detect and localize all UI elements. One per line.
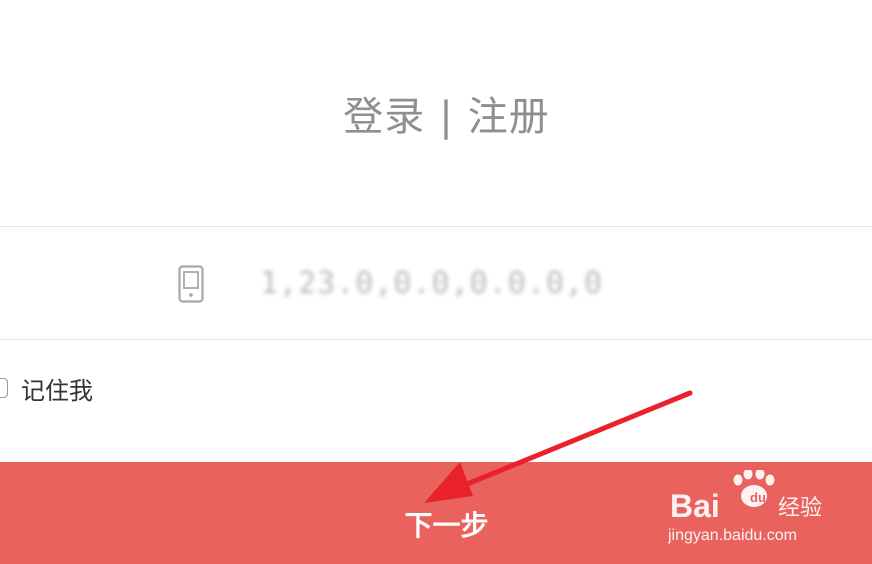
svg-text:jingyan.baidu.com: jingyan.baidu.com — [668, 527, 797, 544]
svg-text:Bai: Bai — [670, 488, 720, 524]
remember-me-label: 记住我 — [21, 376, 93, 405]
svg-text:du: du — [750, 490, 766, 505]
auth-tabs: 登录 | 注册 — [0, 90, 872, 144]
remember-me[interactable]: 记住我 — [0, 372, 93, 405]
phone-input-row[interactable]: 1,23.0,0.0,0.0.0,0 — [0, 226, 872, 340]
phone-number-input[interactable]: 1,23.0,0.0,0.0.0,0 — [260, 266, 603, 302]
login-page: 登录 | 注册 1,23.0,0.0,0.0.0,0 记住我 下一步 du Bai … — [0, 0, 872, 564]
svg-text:经验: 经验 — [778, 496, 822, 521]
tab-register[interactable]: 注册 — [468, 94, 550, 140]
remember-me-checkbox[interactable] — [0, 378, 8, 398]
tab-login[interactable]: 登录 — [343, 94, 425, 140]
mobile-phone-icon — [178, 265, 204, 303]
tab-separator: | — [439, 94, 454, 140]
baidu-jingyan-watermark: du Bai 经验 jingyan.baidu.com — [668, 470, 822, 544]
